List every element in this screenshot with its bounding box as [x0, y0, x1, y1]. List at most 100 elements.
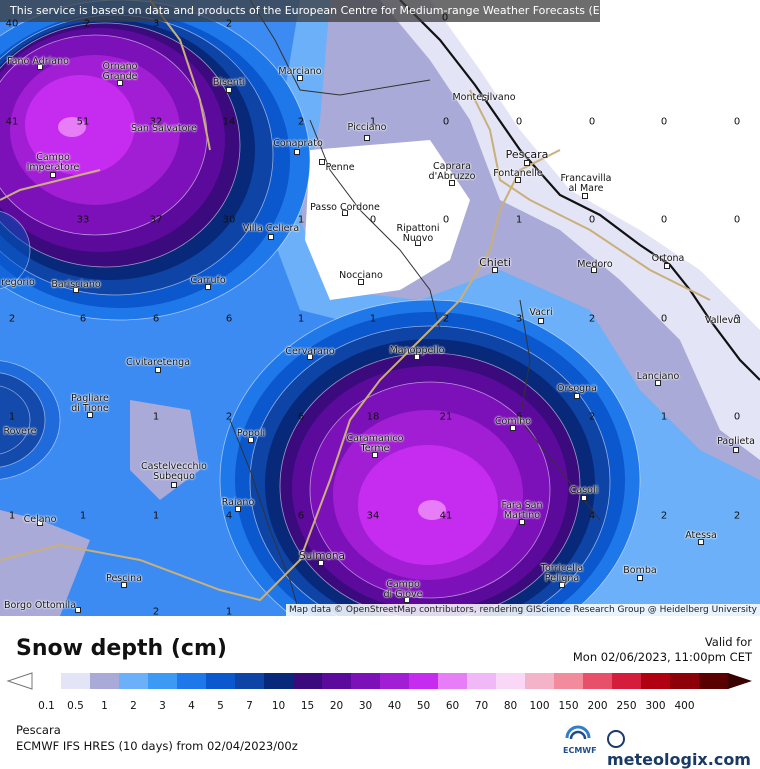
- grid-value: 6: [79, 313, 87, 325]
- place-label: Caramanico Terme: [346, 433, 404, 454]
- grid-value: 0: [441, 12, 449, 24]
- legend-swatch: [670, 673, 700, 689]
- legend-swatch: [206, 673, 236, 689]
- place-label: Cervarano: [285, 346, 335, 357]
- legend-label: 2: [130, 700, 137, 712]
- grid-value: 18: [366, 411, 380, 423]
- legend-swatch: [438, 673, 468, 689]
- grid-value: 2: [660, 510, 668, 522]
- legend-swatch: [119, 673, 149, 689]
- place-marker: [364, 135, 370, 141]
- grid-value: 2: [225, 18, 233, 30]
- grid-value: 1: [515, 214, 523, 226]
- place-marker: [538, 318, 544, 324]
- grid-value: 34: [366, 510, 380, 522]
- place-label: Campo di Giove: [383, 579, 423, 600]
- grid-value: 30: [222, 214, 236, 226]
- legend-swatch: [148, 673, 178, 689]
- place-label: Conaprato: [273, 138, 323, 149]
- grid-value: 2: [297, 116, 305, 128]
- brand-link[interactable]: meteologix.com: [607, 730, 760, 769]
- snow-depth-field: [0, 0, 760, 616]
- legend-swatch: [641, 673, 671, 689]
- grid-value: 0: [442, 116, 450, 128]
- place-marker: [319, 159, 325, 165]
- place-label: Celano: [23, 514, 57, 525]
- legend-swatch: [61, 673, 91, 689]
- place-marker: [268, 234, 274, 240]
- map-title: Snow depth (cm): [16, 636, 227, 661]
- grid-value: 1: [660, 411, 668, 423]
- grid-value: 6: [152, 313, 160, 325]
- grid-value: 2: [83, 18, 91, 30]
- grid-value: 41: [5, 116, 19, 128]
- legend-label: 5: [217, 700, 224, 712]
- grid-value: 2: [588, 313, 596, 325]
- legend-swatch: [177, 673, 207, 689]
- place-label: Ortona: [651, 253, 685, 264]
- place-label: San Salvatore: [131, 123, 197, 134]
- place-label: Medoro: [577, 259, 613, 270]
- grid-value: 14: [222, 116, 236, 128]
- grid-value: 2: [8, 313, 16, 325]
- legend-swatch: [583, 673, 613, 689]
- legend-bar: [6, 672, 752, 690]
- legend-swatch: [235, 673, 265, 689]
- legend-swatch: [322, 673, 352, 689]
- grid-value: 0: [733, 116, 741, 128]
- legend-label: 250: [616, 700, 637, 712]
- valid-label: Valid for: [704, 635, 752, 649]
- legend-label: 100: [529, 700, 550, 712]
- legend-min-arrow: [6, 672, 33, 690]
- map-footer: Snow depth (cm) Valid for Mon 02/06/2023…: [0, 616, 760, 769]
- legend-label: 0.1: [38, 700, 55, 712]
- brand-icon: [607, 730, 625, 748]
- place-label: Chieti: [479, 256, 511, 269]
- grid-value: 0: [660, 116, 668, 128]
- legend-label: 40: [387, 700, 402, 712]
- grid-value: 1: [8, 510, 16, 522]
- grid-value: 0: [733, 411, 741, 423]
- place-label: Paglieta: [717, 436, 755, 447]
- legend-swatch: [380, 673, 410, 689]
- grid-value: 1: [369, 313, 377, 325]
- grid-value: 0: [369, 214, 377, 226]
- grid-value: 6: [297, 510, 305, 522]
- place-label: Montesilvano: [452, 92, 516, 103]
- place-label: Vallevo: [704, 315, 740, 326]
- place-label: Barisciano: [51, 279, 101, 290]
- legend-swatch: [612, 673, 642, 689]
- grid-value: 40: [5, 18, 19, 30]
- place-label: Sulmona: [299, 550, 345, 562]
- place-label: Vacri: [529, 307, 553, 318]
- grid-value: 2: [442, 313, 450, 325]
- grid-value: 51: [76, 116, 90, 128]
- place-marker: [733, 447, 739, 453]
- place-marker: [294, 149, 300, 155]
- legend-label: 7: [246, 700, 253, 712]
- legend-swatch: [554, 673, 584, 689]
- legend-swatch: [409, 673, 439, 689]
- place-label: Lanciano: [636, 371, 680, 382]
- weather-map[interactable]: This service is based on data and produc…: [0, 0, 760, 616]
- grid-value: 0: [733, 214, 741, 226]
- legend-label: 150: [558, 700, 579, 712]
- place-label: Comino: [494, 416, 532, 427]
- legend-label: 1: [101, 700, 108, 712]
- grid-value: 6: [225, 313, 233, 325]
- grid-value: 1: [152, 411, 160, 423]
- legend-label: 80: [503, 700, 518, 712]
- legend-swatch: [32, 673, 62, 689]
- grid-value: 3: [152, 18, 160, 30]
- place-label: Torricella Peligna: [540, 563, 584, 584]
- place-label: Penne: [325, 162, 355, 173]
- legend-label: 200: [587, 700, 608, 712]
- grid-value: 37: [149, 214, 163, 226]
- grid-value: 3: [515, 313, 523, 325]
- map-attribution: Map data © OpenStreetMap contributors, r…: [286, 604, 760, 616]
- grid-value: 0: [660, 214, 668, 226]
- legend-label: 0.5: [67, 700, 84, 712]
- grid-value: 2: [152, 606, 160, 617]
- grid-value: 0: [442, 214, 450, 226]
- legend-swatch: [467, 673, 497, 689]
